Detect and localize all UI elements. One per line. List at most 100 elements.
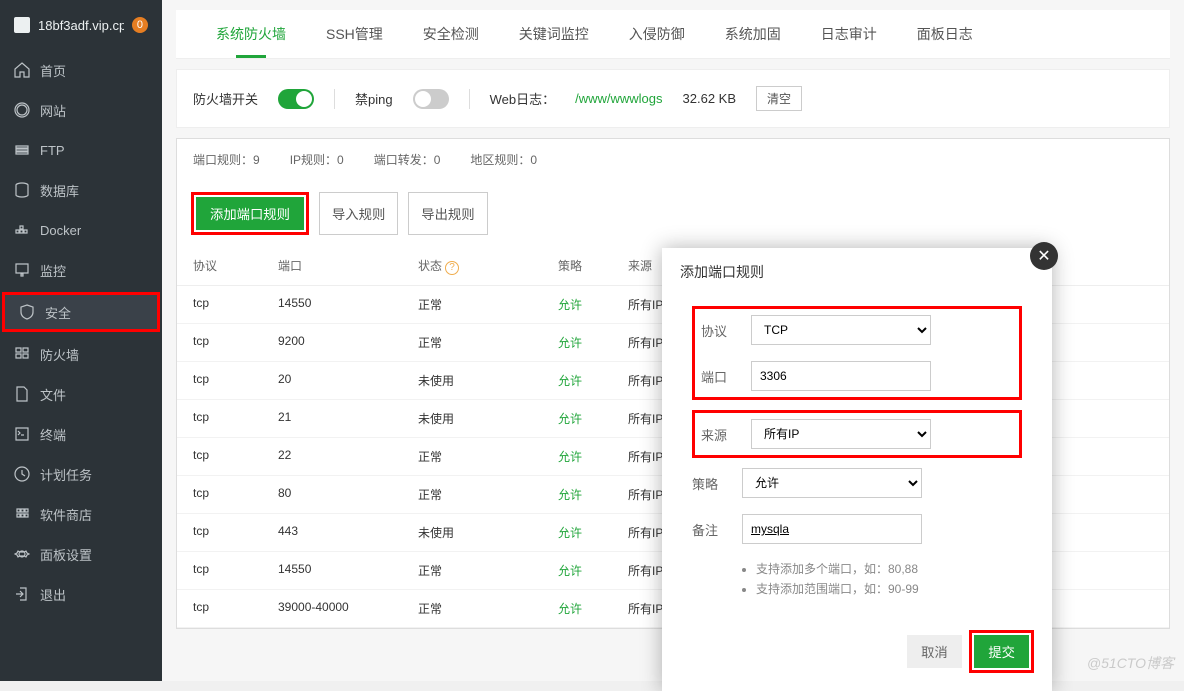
sidebar-item-label: 计划任务 <box>40 465 92 484</box>
source-select[interactable]: 所有IP <box>751 419 931 449</box>
sidebar-title: 18bf3adf.vip.cp... <box>38 18 124 33</box>
ping-toggle[interactable] <box>413 89 449 109</box>
sidebar-item-防火墙[interactable]: 防火墙 <box>0 334 162 374</box>
sidebar-item-首页[interactable]: 首页 <box>0 50 162 90</box>
add-port-rule-modal: ✕ 添加端口规则 协议 TCP 端口 来源 所有IP 策略 允许 备注 <box>662 248 1052 691</box>
sidebar-item-面板设置[interactable]: 面板设置 <box>0 534 162 574</box>
sidebar-item-label: FTP <box>40 143 65 158</box>
port-input[interactable] <box>751 361 931 391</box>
tab-关键词监控[interactable]: 关键词监控 <box>499 10 609 58</box>
sidebar-item-label: 网站 <box>40 101 66 120</box>
sidebar-item-终端[interactable]: 终端 <box>0 414 162 454</box>
server-icon <box>14 17 30 33</box>
logout-icon <box>14 586 30 602</box>
cell-policy: 允许 <box>558 600 628 617</box>
cell-policy: 允许 <box>558 296 628 313</box>
sidebar: 18bf3adf.vip.cp... 0 首页网站 FTP 数据库 Docker 监控安… <box>0 0 162 681</box>
cell-policy: 允许 <box>558 372 628 389</box>
ping-label: 禁ping <box>355 89 393 108</box>
hint-item: 支持添加范围端口，如：90-99 <box>756 580 1022 597</box>
clear-log-button[interactable]: 清空 <box>756 86 802 111</box>
firewall-toggle[interactable] <box>278 89 314 109</box>
docker-icon <box>14 222 30 238</box>
cell-proto: tcp <box>193 334 278 351</box>
settings-icon <box>14 546 30 562</box>
rule-tab[interactable]: IP规则：0 <box>290 151 344 168</box>
cell-state: 正常 <box>418 486 558 503</box>
ftp-icon <box>14 142 30 158</box>
cell-state: 正常 <box>418 296 558 313</box>
cell-proto: tcp <box>193 486 278 503</box>
sidebar-item-文件[interactable]: 文件 <box>0 374 162 414</box>
sidebar-item-label: Docker <box>40 223 81 238</box>
add-port-rule-button[interactable]: 添加端口规则 <box>196 197 304 230</box>
cell-port: 14550 <box>278 562 418 579</box>
proto-select[interactable]: TCP <box>751 315 931 345</box>
cell-proto: tcp <box>193 448 278 465</box>
help-icon[interactable]: ? <box>445 261 459 275</box>
monitor-icon <box>14 262 30 278</box>
sidebar-item-退出[interactable]: 退出 <box>0 574 162 614</box>
sidebar-item-计划任务[interactable]: 计划任务 <box>0 454 162 494</box>
col-port: 端口 <box>278 257 418 275</box>
note-label: 备注 <box>692 520 742 539</box>
tab-系统防火墙[interactable]: 系统防火墙 <box>196 10 306 58</box>
cell-port: 443 <box>278 524 418 541</box>
sidebar-item-软件商店[interactable]: 软件商店 <box>0 494 162 534</box>
sidebar-item-label: 数据库 <box>40 181 79 200</box>
cell-port: 9200 <box>278 334 418 351</box>
cell-state: 正常 <box>418 334 558 351</box>
tab-面板日志[interactable]: 面板日志 <box>897 10 993 58</box>
policy-select[interactable]: 允许 <box>742 468 922 498</box>
col-protocol: 协议 <box>193 257 278 275</box>
tab-SSH管理[interactable]: SSH管理 <box>306 10 403 58</box>
import-rules-button[interactable]: 导入规则 <box>319 192 398 235</box>
sidebar-item-label: 安全 <box>45 303 71 322</box>
export-rules-button[interactable]: 导出规则 <box>408 192 487 235</box>
cell-proto: tcp <box>193 600 278 617</box>
sidebar-item-label: 监控 <box>40 261 66 280</box>
notification-badge[interactable]: 0 <box>132 17 148 33</box>
cell-proto: tcp <box>193 372 278 389</box>
sidebar-item-Docker[interactable]: Docker <box>0 210 162 250</box>
sidebar-item-label: 软件商店 <box>40 505 92 524</box>
source-label: 来源 <box>701 425 751 444</box>
hints-list: 支持添加多个端口，如：80,88 支持添加范围端口，如：90-99 <box>742 560 1022 597</box>
modal-title: 添加端口规则 <box>662 248 1052 296</box>
sidebar-item-label: 终端 <box>40 425 66 444</box>
clock-icon <box>14 466 30 482</box>
sidebar-item-监控[interactable]: 监控 <box>0 250 162 290</box>
cell-policy: 允许 <box>558 562 628 579</box>
firewall-icon <box>14 346 30 362</box>
tab-入侵防御[interactable]: 入侵防御 <box>609 10 705 58</box>
submit-button[interactable]: 提交 <box>974 635 1029 668</box>
cancel-button[interactable]: 取消 <box>907 635 962 668</box>
rule-tab[interactable]: 端口规则：9 <box>193 151 260 168</box>
cell-policy: 允许 <box>558 524 628 541</box>
rule-tab[interactable]: 地区规则：0 <box>470 151 537 168</box>
cell-policy: 允许 <box>558 448 628 465</box>
sidebar-item-网站[interactable]: 网站 <box>0 90 162 130</box>
weblog-size: 32.62 KB <box>683 91 737 106</box>
sidebar-item-数据库[interactable]: 数据库 <box>0 170 162 210</box>
rule-tab[interactable]: 端口转发：0 <box>374 151 441 168</box>
rule-tabs: 端口规则：9 IP规则：0 端口转发：0 地区规则：0 <box>176 138 1170 180</box>
close-icon[interactable]: ✕ <box>1030 242 1058 270</box>
sidebar-item-安全[interactable]: 安全 <box>2 292 160 332</box>
sidebar-item-label: 退出 <box>40 585 66 604</box>
weblog-label: Web日志： <box>490 89 556 108</box>
cell-state: 正常 <box>418 448 558 465</box>
cell-policy: 允许 <box>558 410 628 427</box>
cell-port: 20 <box>278 372 418 389</box>
tab-系统加固[interactable]: 系统加固 <box>705 10 801 58</box>
tab-安全检测[interactable]: 安全检测 <box>403 10 499 58</box>
cell-state: 正常 <box>418 600 558 617</box>
tab-日志审计[interactable]: 日志审计 <box>801 10 897 58</box>
divider <box>334 89 335 109</box>
cell-state: 未使用 <box>418 410 558 427</box>
shield-icon <box>19 304 35 320</box>
sidebar-item-FTP[interactable]: FTP <box>0 130 162 170</box>
weblog-path-link[interactable]: /www/wwwlogs <box>575 91 662 106</box>
note-input[interactable] <box>742 514 922 544</box>
cell-state: 正常 <box>418 562 558 579</box>
